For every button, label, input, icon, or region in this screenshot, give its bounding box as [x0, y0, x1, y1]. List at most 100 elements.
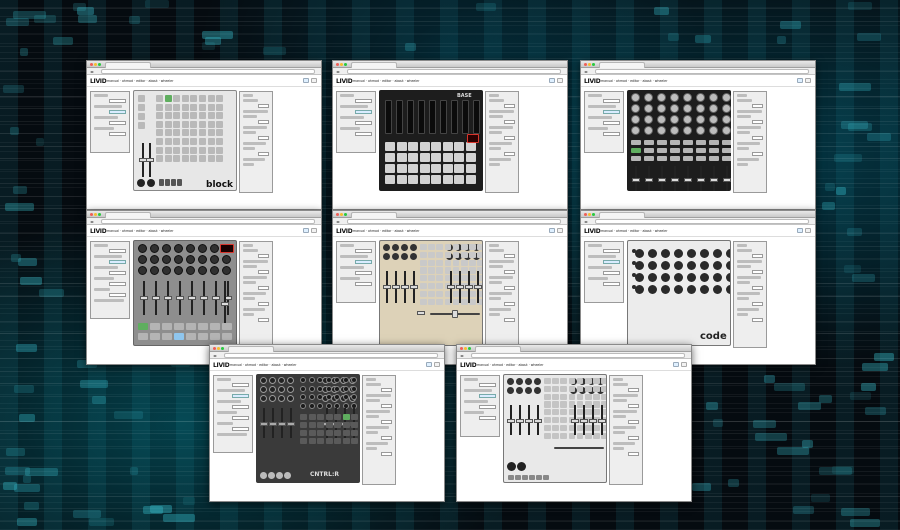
pad-button[interactable] [593, 424, 600, 431]
pad-button[interactable] [428, 290, 435, 297]
pad-button[interactable] [408, 175, 418, 184]
pad-button[interactable] [308, 414, 316, 420]
pad-button[interactable] [568, 393, 576, 400]
pad-button[interactable] [156, 103, 163, 111]
pad-button[interactable] [593, 432, 600, 439]
pad-button[interactable] [593, 401, 600, 408]
pad-button[interactable] [216, 95, 224, 102]
knob-control[interactable] [401, 253, 408, 260]
pad-button[interactable] [436, 298, 443, 305]
setting-field[interactable] [355, 121, 372, 125]
pad-button[interactable] [631, 156, 641, 161]
crossfader-cap[interactable] [452, 310, 458, 318]
url-field[interactable] [347, 219, 561, 224]
pad-button[interactable] [631, 140, 641, 145]
pad-button[interactable] [442, 175, 453, 184]
pad-button[interactable] [560, 401, 567, 408]
fader-cap[interactable] [571, 418, 579, 423]
pad-button[interactable] [436, 244, 443, 251]
pad-button[interactable] [585, 378, 592, 385]
knob-control[interactable] [722, 104, 731, 113]
minimize-icon[interactable] [340, 213, 343, 216]
knob-control[interactable] [138, 266, 147, 275]
fader-cap[interactable] [392, 285, 400, 290]
close-icon[interactable] [336, 213, 339, 216]
knob-control[interactable] [138, 255, 147, 264]
pad-button[interactable] [342, 422, 350, 428]
knob-control[interactable] [670, 115, 679, 124]
pad-button[interactable] [173, 155, 181, 163]
pad-button[interactable] [431, 153, 441, 162]
pad-button[interactable] [469, 275, 476, 282]
pad-button[interactable] [351, 414, 358, 420]
pad-button[interactable] [585, 424, 592, 431]
pad-button[interactable] [560, 378, 567, 385]
pad-button[interactable] [696, 148, 706, 153]
setting-field[interactable] [258, 302, 269, 306]
pad-button[interactable] [560, 393, 567, 400]
display-readout[interactable] [467, 134, 479, 143]
fader-cap[interactable] [287, 421, 295, 426]
pad-button[interactable] [165, 179, 170, 186]
fader-cap[interactable] [580, 418, 588, 423]
knob-control[interactable] [392, 244, 399, 251]
knob-control[interactable] [648, 285, 658, 295]
fader-cap[interactable] [658, 177, 666, 182]
knob-control[interactable] [722, 93, 731, 102]
knob-control[interactable] [147, 179, 155, 187]
pad-button[interactable] [308, 422, 316, 428]
pad-button[interactable] [159, 179, 164, 186]
touch-fader[interactable] [473, 100, 480, 134]
knob-control[interactable] [726, 273, 730, 283]
maximize-icon[interactable] [98, 213, 101, 216]
pad-button[interactable] [593, 378, 600, 385]
pad-button[interactable] [644, 148, 654, 153]
knob-control[interactable] [696, 104, 705, 113]
knob-control[interactable] [269, 386, 277, 394]
pad-button[interactable] [431, 164, 441, 173]
header-button-primary[interactable] [797, 228, 803, 233]
app-menu[interactable]: manual · ohmod · editor · about · wheele… [353, 79, 419, 83]
setting-field[interactable] [603, 282, 620, 286]
pad-button[interactable] [199, 146, 206, 154]
pad-button[interactable] [199, 112, 206, 120]
setting-field[interactable] [752, 270, 763, 274]
setting-field[interactable] [258, 318, 269, 322]
knob-control[interactable] [222, 255, 231, 264]
pad-button[interactable] [428, 267, 435, 274]
pad-button[interactable] [300, 438, 307, 444]
pad-button[interactable] [576, 393, 584, 400]
header-button-secondary[interactable] [681, 362, 687, 367]
pad-button[interactable] [568, 378, 576, 385]
pad-button[interactable] [696, 156, 706, 161]
header-button-secondary[interactable] [434, 362, 440, 367]
pad-button[interactable] [173, 146, 181, 154]
knob-control[interactable] [359, 377, 360, 383]
setting-field[interactable] [109, 271, 126, 275]
pad-button[interactable] [199, 138, 206, 145]
pad-button[interactable] [325, 414, 333, 420]
setting-field[interactable] [504, 302, 515, 306]
knob-control[interactable] [713, 273, 723, 283]
knob-control[interactable] [334, 377, 340, 383]
close-icon[interactable] [460, 347, 463, 350]
knob-control[interactable] [174, 266, 183, 275]
pad-button[interactable] [552, 417, 559, 424]
setting-field[interactable] [504, 152, 515, 156]
setting-field[interactable] [381, 404, 392, 408]
touch-fader[interactable] [429, 100, 436, 134]
pad-button[interactable] [461, 290, 468, 297]
setting-field[interactable] [628, 420, 639, 424]
pad-button[interactable] [469, 244, 476, 251]
maximize-icon[interactable] [344, 63, 347, 66]
pad-button[interactable] [452, 259, 460, 266]
setting-field[interactable] [109, 293, 126, 297]
pad-button[interactable] [560, 417, 567, 424]
pad-button[interactable] [436, 290, 443, 297]
pad-button[interactable] [585, 409, 592, 416]
pad-button[interactable] [216, 129, 224, 137]
setting-field[interactable] [752, 318, 763, 322]
knob-control[interactable] [700, 285, 710, 295]
minimize-icon[interactable] [217, 347, 220, 350]
knob-control[interactable] [713, 261, 723, 271]
